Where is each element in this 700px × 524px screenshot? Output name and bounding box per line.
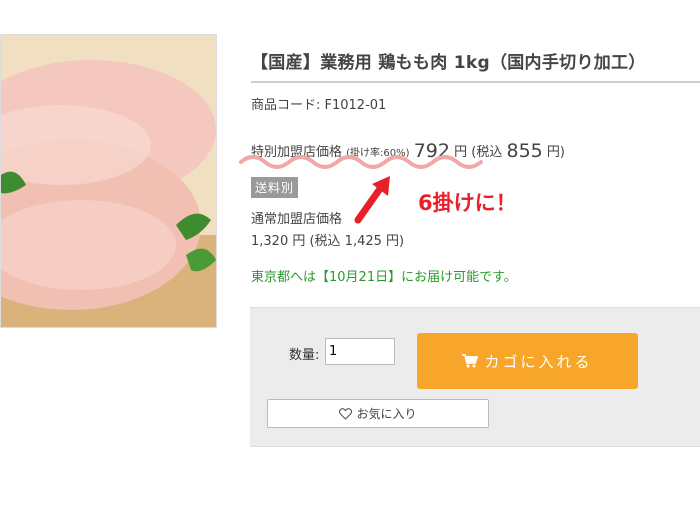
favorite-label: お気に入り — [356, 407, 417, 421]
product-code: 商品コード: F1012-01 — [251, 98, 387, 113]
quantity-input[interactable] — [325, 338, 395, 365]
cart-icon — [462, 354, 479, 368]
callout-text: 6掛けに！ — [418, 191, 517, 215]
quantity-label: 数量: — [289, 348, 320, 363]
normal-price-label: 通常加盟店価格 — [251, 212, 343, 227]
tax-close: 円) — [546, 145, 565, 160]
tax-included-price: 855 — [506, 140, 543, 162]
product-image — [0, 34, 217, 328]
normal-price: 1,320 円 (税込 1,425 円) — [251, 234, 405, 249]
wavy-underline — [239, 155, 483, 169]
favorite-button[interactable]: お気に入り — [267, 399, 489, 428]
delivery-message: 東京都へは【10月21日】にお届け可能です。 — [251, 270, 517, 285]
product-title: 【国産】業務用 鶏もも肉 1kg（国内手切り加工） — [251, 48, 700, 83]
heart-icon — [339, 407, 353, 420]
add-to-cart-button[interactable]: カゴに入れる — [417, 333, 638, 389]
add-to-cart-label: カゴに入れる — [484, 352, 593, 371]
red-arrow — [354, 176, 390, 224]
shipping-badge: 送料別 — [251, 177, 299, 198]
